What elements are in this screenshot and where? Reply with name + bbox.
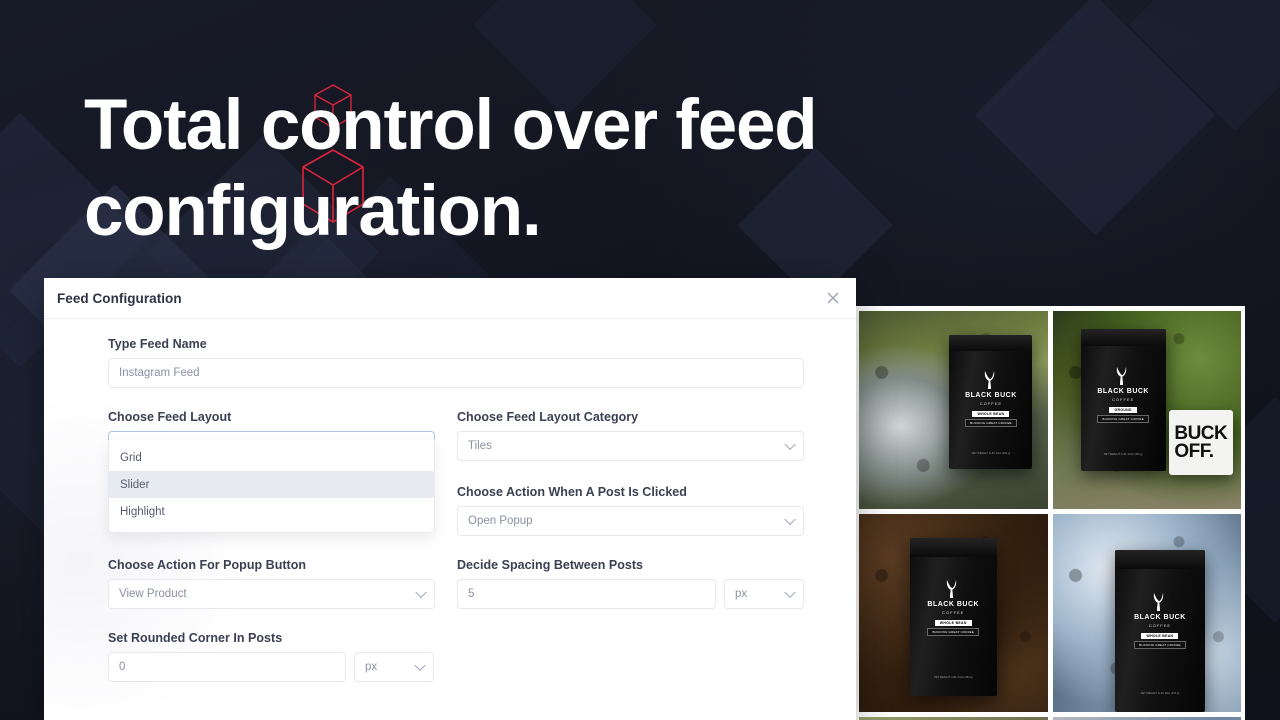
bag-weight: NET WEIGHT: 1LB / 16oz (454 g): [933, 676, 973, 680]
post-click-action-value: Open Popup: [468, 515, 533, 527]
feed-photo-item[interactable]: BLACK BUCK COFFEE GROUND BUCKING GREAT C…: [1052, 311, 1241, 509]
rounded-corner-unit-value: px: [365, 661, 378, 673]
rounded-corner-input[interactable]: 0: [108, 652, 346, 682]
bag-brand-sub: COFFEE: [942, 609, 965, 615]
coffee-bag: BLACK BUCK COFFEE GROUND BUCKING GREAT C…: [1080, 328, 1166, 472]
post-spacing-group: 5 px: [457, 579, 804, 609]
bag-tagline: BUCKING GREAT COFFEE: [965, 418, 1017, 427]
label-popup-button-action: Choose Action For Popup Button: [108, 558, 307, 572]
chevron-down-icon: [414, 659, 426, 672]
bag-top: [909, 537, 997, 557]
bag-brand: BLACK BUCK: [1134, 613, 1186, 621]
instagram-feed-preview: BLACK BUCK COFFEE WHOLE BEAN BUCKING GRE…: [855, 306, 1245, 720]
chevron-down-icon: [415, 586, 427, 599]
feed-photo-item[interactable]: BLACK BUCK COFFEE WHOLE BEAN BUCKING GRE…: [859, 311, 1048, 509]
coffee-bag: BLACK BUCK COFFEE WHOLE BEAN BUCKING GRE…: [909, 537, 997, 697]
bag-variant: WHOLE BEAN: [972, 410, 1010, 417]
post-spacing-input[interactable]: 5: [457, 579, 716, 609]
hero-headline: Total control over feed configuration.: [84, 83, 1064, 255]
feed-layout-option-slider[interactable]: Slider: [109, 471, 434, 498]
feed-layout-option-highlight[interactable]: Highlight: [109, 498, 434, 525]
headline-line-1: Total control over feed: [84, 86, 818, 165]
mug-text-line-1: BUCK: [1174, 422, 1228, 444]
rounded-corner-unit-select[interactable]: px: [354, 652, 434, 682]
bag-variant: WHOLE BEAN: [1141, 632, 1179, 639]
coffee-bag: BLACK BUCK COFFEE WHOLE BEAN BUCKING GRE…: [1114, 549, 1206, 712]
feed-configuration-form: Type Feed Name Instagram Feed Choose Fee…: [44, 318, 856, 682]
bag-variant: WHOLE BEAN: [934, 619, 972, 626]
field-rounded-corner: Set Rounded Corner In Posts 0 px: [108, 631, 435, 682]
bag-variant: GROUND: [1109, 406, 1137, 413]
bag-top: [949, 334, 1033, 351]
bag-brand-sub: COFFEE: [1112, 396, 1135, 402]
post-spacing-value: 5: [468, 588, 475, 600]
layout-category-value: Tiles: [468, 440, 492, 452]
bag-brand: BLACK BUCK: [965, 391, 1017, 399]
label-layout-category: Choose Feed Layout Category: [457, 410, 639, 424]
headline-line-2: configuration.: [84, 172, 542, 251]
bag-brand: BLACK BUCK: [927, 600, 980, 608]
close-icon[interactable]: [824, 289, 842, 307]
bag-brand-sub: COFFEE: [979, 400, 1003, 406]
feed-layout-option-grid[interactable]: Grid: [109, 444, 434, 471]
post-spacing-unit-select[interactable]: px: [724, 579, 804, 609]
bag-weight: NET WEIGHT: 1LB / 16oz (454 g): [971, 452, 1011, 456]
feed-photo-grid: BLACK BUCK COFFEE WHOLE BEAN BUCKING GRE…: [859, 311, 1241, 720]
field-layout-category: Choose Feed Layout Category Tiles Choose…: [457, 410, 804, 536]
feed-configuration-modal: Feed Configuration Type Feed Name Instag…: [44, 278, 856, 720]
bag-weight: NET WEIGHT: 1LB / 16oz (454 g): [1140, 691, 1180, 695]
popup-button-action-value: View Product: [119, 588, 187, 600]
post-click-action-select[interactable]: Open Popup: [457, 506, 804, 536]
label-post-spacing: Decide Spacing Between Posts: [457, 558, 644, 572]
rounded-corner-value: 0: [119, 661, 126, 673]
feed-photo-item[interactable]: BLACK BUCK COFFEE WHOLE BEAN BUCKING GRE…: [859, 514, 1048, 712]
form-row-layout: Choose Feed Layout Slider Grid Slider Hi…: [108, 410, 836, 536]
form-row-feed-name: Type Feed Name Instagram Feed: [108, 337, 836, 388]
bag-top: [1114, 549, 1206, 570]
bag-tagline: BUCKING GREAT COFFEE: [1097, 414, 1149, 423]
feed-photo-item[interactable]: BLACK BUCK COFFEE WHOLE BEAN BUCKING GRE…: [1052, 514, 1241, 712]
modal-header: Feed Configuration: [44, 278, 856, 318]
bag-top: [1080, 328, 1166, 346]
modal-title: Feed Configuration: [57, 290, 182, 306]
feed-name-value: Instagram Feed: [119, 367, 200, 379]
chevron-down-icon: [784, 513, 796, 526]
bag-tagline: BUCKING GREAT COFFEE: [927, 627, 980, 636]
bag-tagline: BUCKING GREAT COFFEE: [1134, 640, 1186, 649]
label-post-click-action: Choose Action When A Post Is Clicked: [457, 485, 687, 499]
mug-text-line-2: OFF.: [1174, 440, 1214, 462]
label-feed-name: Type Feed Name: [108, 337, 207, 351]
chevron-down-icon: [784, 438, 796, 451]
popup-button-action-select[interactable]: View Product: [108, 579, 435, 609]
buck-horns-icon: [1116, 366, 1127, 385]
bag-label: BLACK BUCK COFFEE WHOLE BEAN BUCKING GRE…: [920, 579, 986, 680]
field-feed-layout: Choose Feed Layout Slider Grid Slider Hi…: [108, 410, 435, 536]
buck-horns-icon: [947, 579, 957, 598]
chevron-down-icon: [784, 586, 796, 599]
bag-label: BLACK BUCK COFFEE WHOLE BEAN BUCKING GRE…: [959, 370, 1022, 456]
bag-weight: NET WEIGHT: 1LB / 16oz (454 g): [1103, 453, 1143, 457]
post-spacing-unit-value: px: [735, 588, 748, 600]
form-row-rounded-corner: Set Rounded Corner In Posts 0 px: [108, 631, 836, 682]
field-post-spacing: Decide Spacing Between Posts 5 px: [457, 558, 804, 609]
bag-brand-sub: COFFEE: [1148, 622, 1172, 628]
bag-label: BLACK BUCK COFFEE GROUND BUCKING GREAT C…: [1091, 366, 1155, 457]
field-popup-button-action: Choose Action For Popup Button View Prod…: [108, 558, 435, 609]
coffee-bag: BLACK BUCK COFFEE WHOLE BEAN BUCKING GRE…: [949, 334, 1033, 470]
bag-label: BLACK BUCK COFFEE WHOLE BEAN BUCKING GRE…: [1126, 592, 1195, 696]
label-feed-layout: Choose Feed Layout: [108, 410, 232, 424]
field-feed-name: Type Feed Name Instagram Feed: [108, 337, 804, 388]
buck-horns-icon: [1153, 592, 1164, 611]
rounded-corner-group: 0 px: [108, 652, 435, 682]
bag-brand: BLACK BUCK: [1097, 387, 1149, 395]
feed-layout-dropdown: Grid Slider Highlight: [108, 440, 435, 533]
buck-horns-icon: [984, 370, 995, 389]
form-row-popup-spacing: Choose Action For Popup Button View Prod…: [108, 558, 836, 609]
layout-category-select[interactable]: Tiles: [457, 431, 804, 461]
feed-name-input[interactable]: Instagram Feed: [108, 358, 804, 388]
coffee-mug: BUCK OFF.: [1169, 410, 1234, 476]
label-rounded-corner: Set Rounded Corner In Posts: [108, 631, 283, 645]
